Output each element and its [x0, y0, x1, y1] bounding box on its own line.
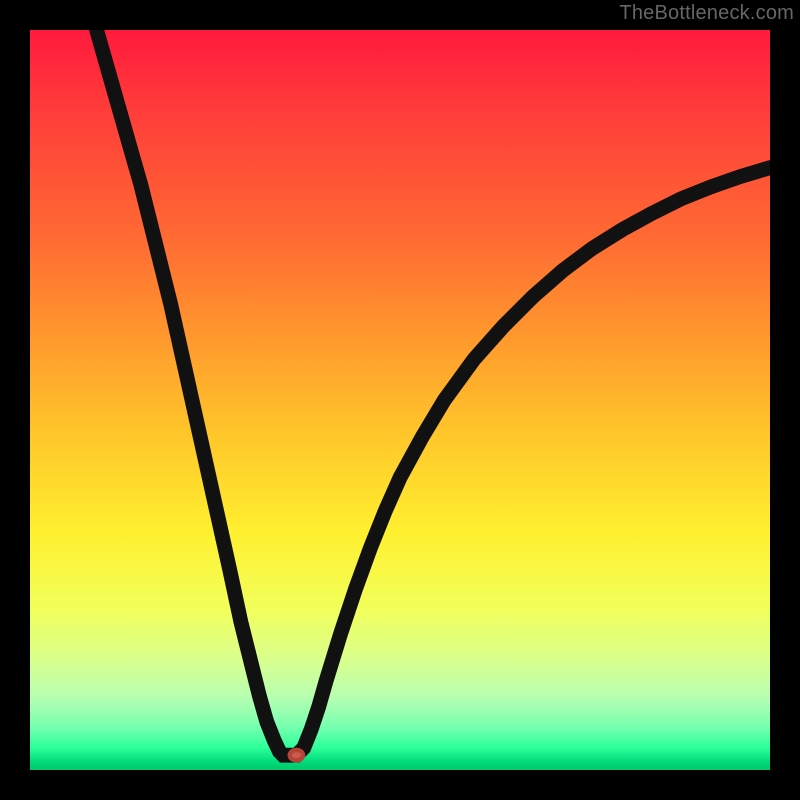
watermark-label: TheBottleneck.com	[619, 2, 794, 25]
plot-area	[30, 30, 770, 770]
chart-container: TheBottleneck.com	[0, 0, 800, 800]
bottleneck-curve	[97, 30, 770, 755]
bottleneck-marker	[290, 750, 303, 760]
curve-svg	[30, 30, 770, 770]
